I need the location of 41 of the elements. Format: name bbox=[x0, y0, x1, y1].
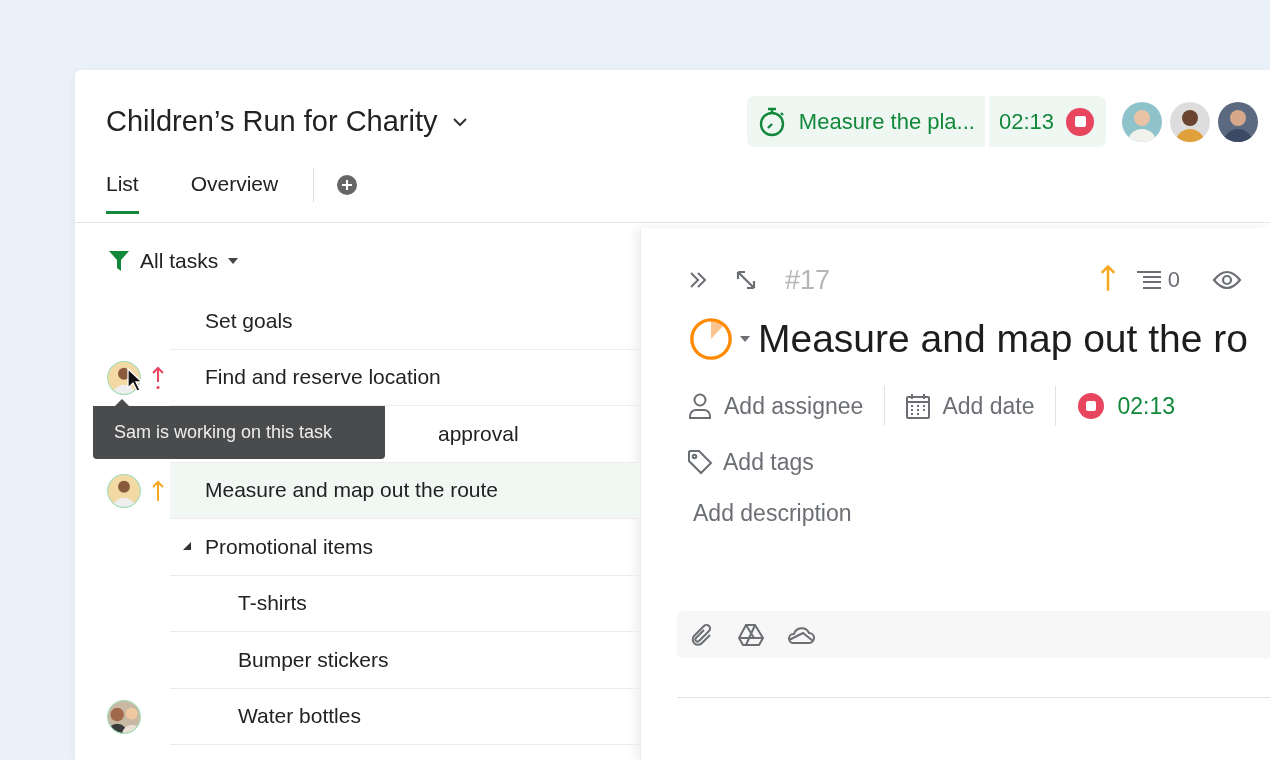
collapse-panel-button[interactable] bbox=[689, 271, 707, 289]
caret-icon bbox=[740, 336, 750, 342]
task-row[interactable]: approval bbox=[438, 421, 519, 446]
timer-chip: 02:13 bbox=[988, 96, 1106, 147]
task-number: #17 bbox=[785, 264, 831, 296]
description-field[interactable]: Add description bbox=[693, 500, 1093, 527]
person-icon bbox=[688, 393, 712, 419]
tab[interactable]: List bbox=[106, 156, 139, 214]
stopwatch-icon bbox=[757, 106, 786, 137]
stop-icon bbox=[1077, 392, 1106, 420]
comments-button[interactable]: 0 bbox=[1135, 267, 1180, 293]
filter-icon bbox=[108, 250, 130, 272]
caret-icon bbox=[228, 258, 239, 264]
mouse-pointer-icon bbox=[127, 368, 143, 392]
filter-dropdown[interactable]: All tasks bbox=[75, 223, 239, 275]
timer-task-chip[interactable]: Measure the pla... bbox=[746, 96, 985, 147]
watch-button[interactable] bbox=[1212, 270, 1242, 290]
stop-button[interactable] bbox=[1066, 107, 1094, 136]
calendar-icon bbox=[906, 393, 931, 419]
add-assignee-button[interactable]: Add assignee bbox=[688, 386, 885, 426]
task-row[interactable]: Promotional items bbox=[170, 519, 640, 576]
add-icon[interactable] bbox=[336, 174, 359, 196]
progress-ring-icon bbox=[688, 316, 734, 362]
expand-button[interactable] bbox=[735, 269, 757, 291]
chevron-down-icon bbox=[451, 116, 468, 127]
tooltip: Sam is working on this task bbox=[93, 399, 385, 459]
double-chevron-icon bbox=[689, 271, 707, 289]
add-tags-button[interactable]: Add tags bbox=[687, 442, 814, 482]
timer-button[interactable]: 02:13 bbox=[1055, 386, 1197, 426]
tag-icon bbox=[687, 449, 713, 475]
triangle-drive-icon[interactable] bbox=[737, 622, 765, 647]
expand-arrows-icon bbox=[735, 269, 757, 291]
expanded-triangle-icon[interactable] bbox=[183, 541, 191, 550]
tab[interactable]: Overview bbox=[190, 156, 279, 214]
cloud-icon[interactable] bbox=[787, 624, 815, 645]
task-title[interactable]: Measure and map out the ro bbox=[758, 317, 1248, 361]
add-date-button[interactable]: Add date bbox=[884, 386, 1056, 426]
eye-icon bbox=[1212, 270, 1242, 290]
project-title[interactable]: Children’s Run for Charity bbox=[106, 105, 468, 138]
lines-icon bbox=[1135, 270, 1162, 290]
task-row[interactable]: Measure and map out the route bbox=[170, 462, 640, 519]
